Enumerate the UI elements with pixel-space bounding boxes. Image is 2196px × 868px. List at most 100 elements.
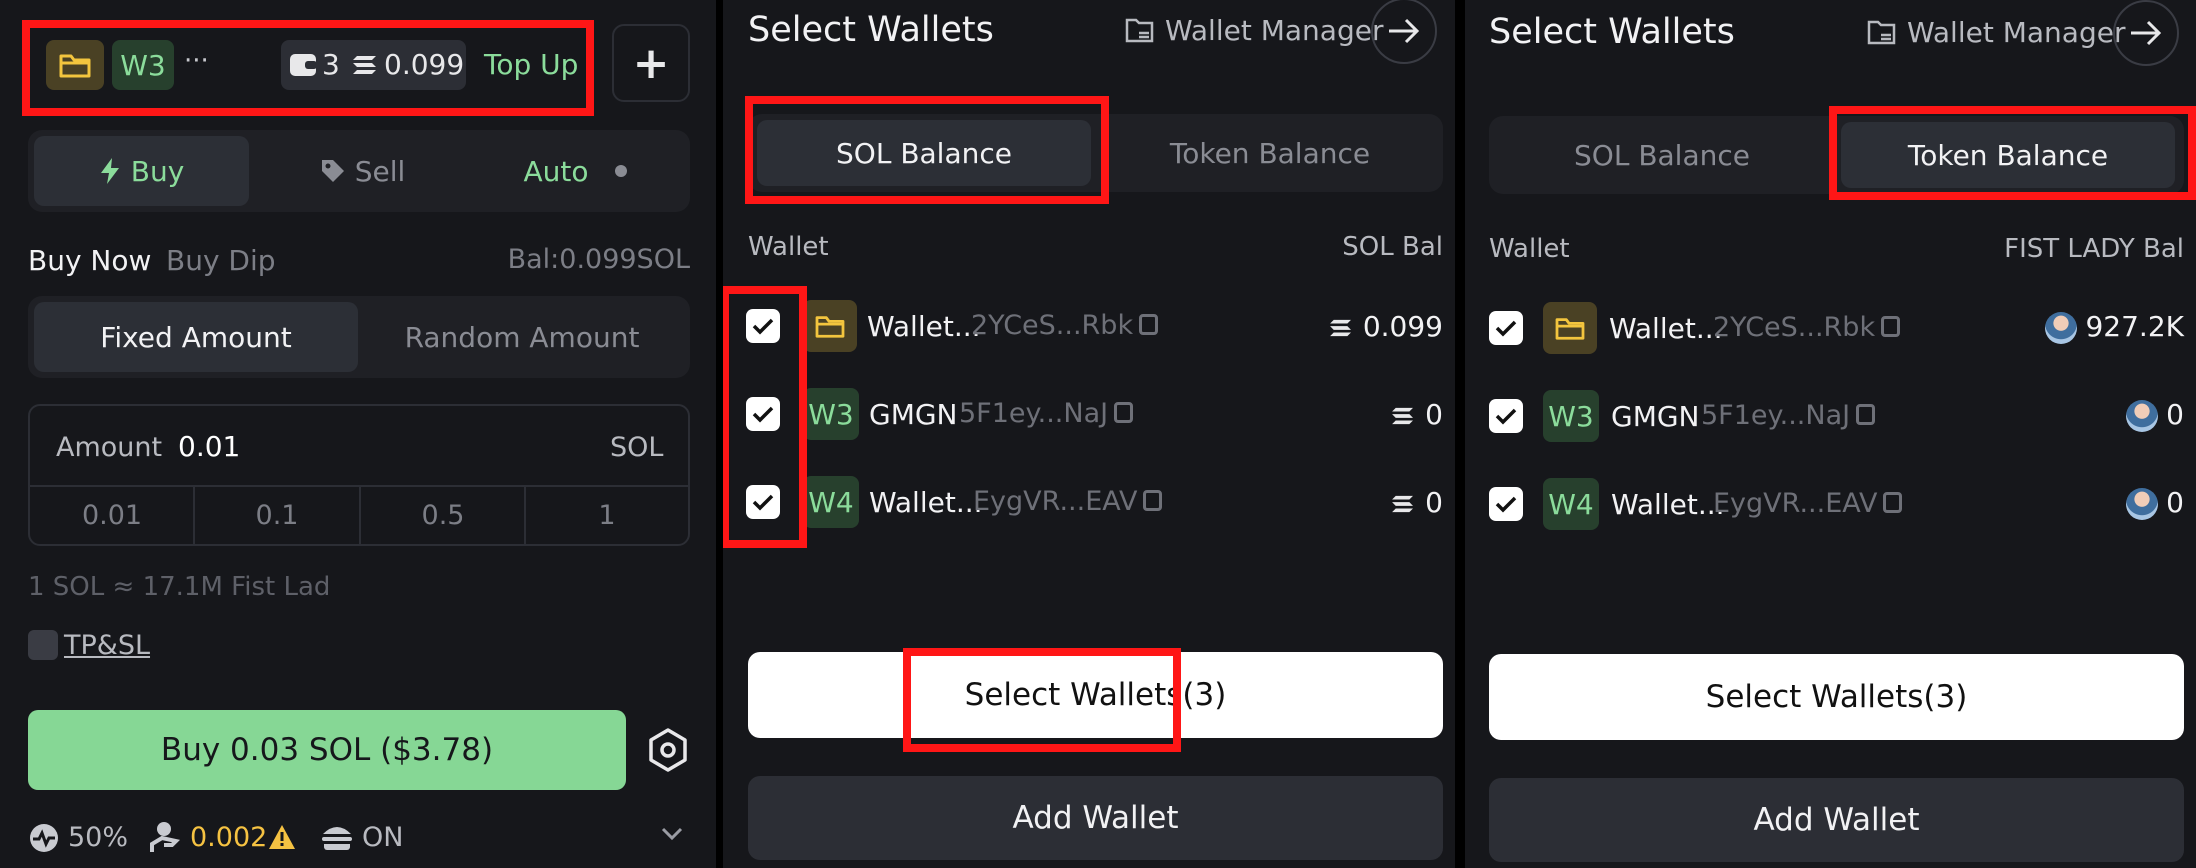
check-icon	[752, 318, 774, 335]
trade-panel: W3 ··· 3 0.099 Top Up + Buy Sell Auto Bu…	[0, 0, 716, 868]
tab-token-balance[interactable]: Token Balance	[1841, 122, 2175, 188]
check-icon	[1495, 496, 1517, 513]
preset-button[interactable]: 0.1	[195, 488, 359, 544]
preset-button[interactable]: 0.5	[361, 488, 525, 544]
copy-icon[interactable]	[1114, 402, 1134, 423]
wallet-chip: W3	[803, 388, 859, 440]
wallet-address[interactable]: EygVR...EAV	[973, 486, 1163, 517]
wallet-column-header: Wallet	[1489, 234, 1570, 264]
preset-button[interactable]: 0.01	[30, 488, 194, 544]
more-icon[interactable]: ···	[184, 46, 209, 76]
fixed-amount-tab[interactable]: Fixed Amount	[34, 302, 358, 372]
wallet-manager-icon[interactable]	[1125, 16, 1155, 48]
check-icon	[752, 494, 774, 511]
wallet-balance: 0	[1391, 486, 1443, 519]
wallet-balance: 0.099	[1329, 310, 1443, 343]
wallet-chip-w3[interactable]: W3	[112, 40, 174, 90]
auto-status-dot	[614, 165, 627, 177]
lightning-icon	[100, 158, 119, 184]
wallet-checkbox[interactable]	[1489, 399, 1523, 433]
mev-protection-icon	[320, 822, 354, 856]
folder-icon	[1543, 302, 1597, 354]
buy-now-tab[interactable]: Buy Now	[28, 244, 151, 277]
folder-icon	[803, 300, 857, 352]
copy-icon[interactable]	[1856, 404, 1876, 425]
wallet-balance-value: 0	[1425, 398, 1443, 431]
wallet-manager-link[interactable]: Wallet Manager	[1165, 14, 1383, 47]
priority-fee-value[interactable]: 0.002	[190, 822, 267, 853]
settings-icon[interactable]	[648, 728, 688, 776]
copy-icon[interactable]	[1881, 316, 1901, 337]
wallet-address-text: EygVR...EAV	[1713, 488, 1878, 519]
next-arrow-button[interactable]	[2113, 0, 2179, 66]
wallet-balance-value: 0.099	[1362, 310, 1443, 343]
arrow-right-icon	[1389, 18, 1420, 44]
select-wallets-button[interactable]: Select Wallets(3)	[748, 652, 1443, 738]
add-wallet-button[interactable]: Add Wallet	[748, 776, 1443, 860]
wallet-name: Wallet...	[867, 310, 981, 343]
chevron-down-icon[interactable]	[660, 826, 684, 846]
wallet-name: Wallet...	[1611, 488, 1725, 521]
wallet-checkbox[interactable]	[746, 485, 780, 519]
preset-button[interactable]: 1	[526, 488, 688, 544]
wallet-address[interactable]: 5F1ey...NaJ	[1701, 400, 1876, 431]
priority-fee-icon	[150, 820, 182, 858]
folder-icon[interactable]	[46, 40, 104, 90]
wallet-chip: W4	[1543, 478, 1599, 530]
buy-dip-tab[interactable]: Buy Dip	[166, 244, 276, 277]
copy-icon[interactable]	[1139, 314, 1159, 335]
available-balance: Bal:0.099SOL	[507, 244, 690, 275]
wallet-checkbox[interactable]	[746, 309, 780, 343]
tab-sol-balance[interactable]: SOL Balance	[1495, 122, 1829, 188]
wallet-balance: 0.099	[384, 48, 465, 81]
wallet-column-header: Wallet	[748, 232, 829, 262]
wallet-address[interactable]: 2YCeS...Rbk	[971, 310, 1159, 341]
sol-icon	[1392, 407, 1414, 425]
wallet-address[interactable]: 5F1ey...NaJ	[959, 398, 1134, 429]
token-avatar-icon	[2045, 312, 2078, 344]
tab-auto-label: Auto	[523, 154, 589, 188]
wallet-manager-icon[interactable]	[1867, 18, 1897, 50]
arrow-right-icon	[2131, 20, 2162, 46]
amount-label: Amount	[56, 432, 163, 463]
wallet-chip: W4	[803, 476, 859, 528]
select-wallets-token-panel: Select Wallets Wallet Manager SOL Balanc…	[1465, 0, 2196, 868]
tab-auto[interactable]: Auto	[470, 136, 680, 206]
next-arrow-button[interactable]	[1371, 0, 1437, 64]
add-wallet-plus-button[interactable]: +	[612, 24, 690, 102]
top-up-link[interactable]: Top Up	[484, 48, 578, 81]
wallet-checkbox[interactable]	[1489, 487, 1523, 521]
check-icon	[752, 406, 774, 423]
slippage-value[interactable]: 50%	[68, 822, 128, 853]
wallet-icon	[289, 52, 319, 82]
wallet-name: GMGN	[869, 398, 958, 431]
random-amount-tab[interactable]: Random Amount	[360, 302, 684, 372]
copy-icon[interactable]	[1143, 490, 1163, 511]
tab-sol-balance[interactable]: SOL Balance	[757, 120, 1091, 186]
tab-buy[interactable]: Buy	[34, 136, 249, 206]
add-wallet-button[interactable]: Add Wallet	[1489, 778, 2184, 862]
page-title: Select Wallets	[1489, 12, 1735, 52]
balance-column-header: FIST LADY Bal	[2004, 234, 2184, 264]
wallet-balance: 927.2K	[2045, 310, 2184, 344]
tpsl-label[interactable]: TP&SL	[64, 630, 150, 661]
wallet-address[interactable]: EygVR...EAV	[1713, 488, 1903, 519]
sol-icon	[352, 54, 378, 80]
copy-icon[interactable]	[1883, 492, 1903, 513]
mev-status[interactable]: ON	[362, 822, 403, 853]
balance-column-header: SOL Bal	[1342, 232, 1443, 262]
check-icon	[1495, 408, 1517, 425]
wallet-checkbox[interactable]	[746, 397, 780, 431]
wallet-name: GMGN	[1611, 400, 1700, 433]
wallet-manager-link[interactable]: Wallet Manager	[1907, 16, 2125, 49]
sol-icon	[1392, 495, 1414, 513]
select-wallets-button[interactable]: Select Wallets(3)	[1489, 654, 2184, 740]
amount-input[interactable]: 0.01	[178, 430, 478, 463]
wallet-address[interactable]: 2YCeS...Rbk	[1713, 312, 1901, 343]
tpsl-checkbox[interactable]	[28, 630, 58, 660]
tab-token-balance[interactable]: Token Balance	[1103, 120, 1437, 186]
buy-button[interactable]: Buy 0.03 SOL ($3.78)	[28, 710, 626, 790]
wallet-checkbox[interactable]	[1489, 311, 1523, 345]
wallet-balance: 0	[2126, 486, 2184, 520]
tab-sell[interactable]: Sell	[262, 136, 462, 206]
